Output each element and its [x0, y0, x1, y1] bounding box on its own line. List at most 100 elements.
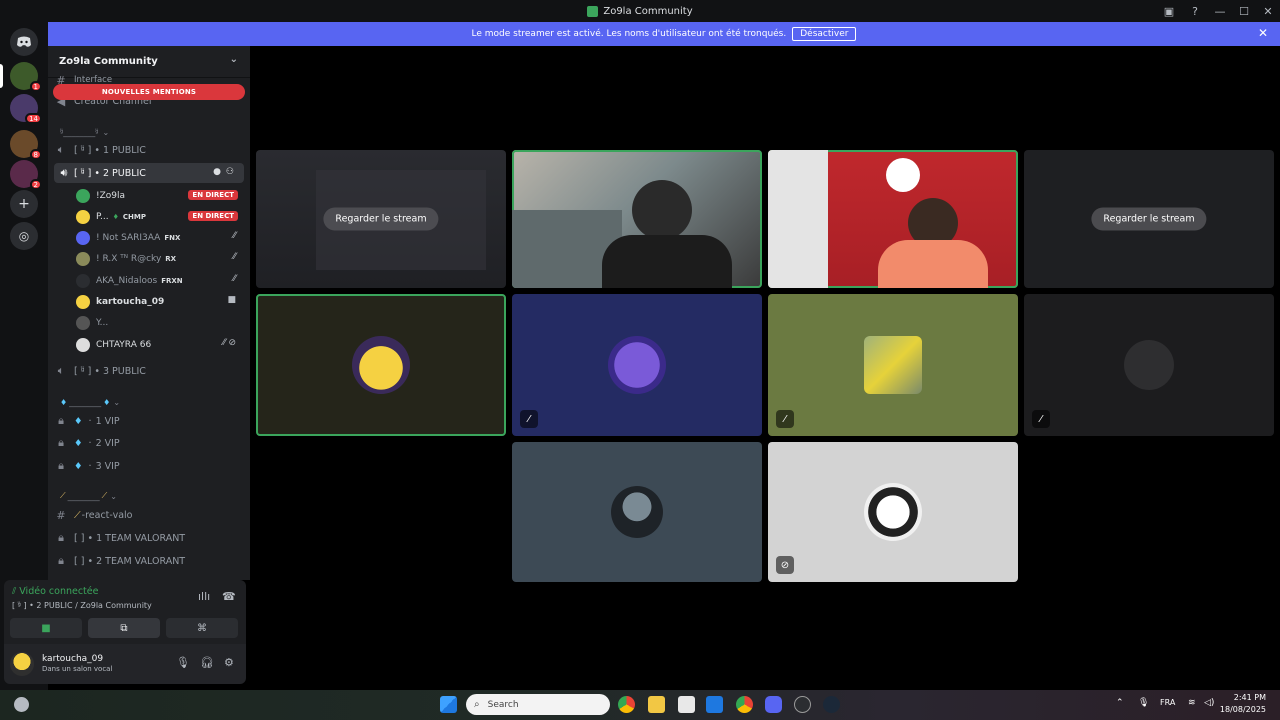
invite-icon[interactable]: ⚇ — [226, 167, 234, 177]
channel-react-valo[interactable]: # ⟋ -react-valo — [48, 505, 250, 525]
inbox-icon[interactable]: ▣ — [1156, 0, 1182, 22]
lock-icon: 🔒︎ — [58, 436, 64, 449]
category-label: ᵍ̈________ᵍ̈ — [60, 127, 99, 137]
user-name[interactable]: kartoucha_09 — [42, 654, 103, 664]
team-valorant-2[interactable]: 🔒︎ [ ] • 2 TEAM VALORANT — [48, 551, 250, 571]
voice-user[interactable]: Y... — [76, 313, 246, 333]
user-name: !Zo9la — [96, 191, 126, 201]
headphones-icon[interactable]: 🎧︎ — [200, 656, 214, 669]
volume-icon[interactable]: ◁) — [1204, 698, 1214, 708]
clock[interactable]: 2:41 PM 18/08/2025 — [1220, 692, 1266, 716]
camera-button[interactable]: ■ — [10, 618, 82, 638]
camera-tile-1[interactable] — [512, 150, 762, 288]
discover-icon[interactable]: ◎ — [10, 222, 38, 250]
new-mentions-button[interactable]: NOUVELLES MENTIONS — [53, 84, 245, 100]
server-zo9la-icon[interactable]: 1 — [10, 62, 42, 92]
gamepad-icon: ⌘ — [197, 622, 207, 634]
watch-stream-button[interactable]: Regarder le stream — [1091, 207, 1207, 231]
voice-status-group: ⫽ Vidéo connectée — [12, 586, 98, 597]
category-header[interactable]: ♦ ________ ♦ ⌄ — [48, 392, 250, 412]
deafened-icon: ⁄⁄ ⊘ — [222, 338, 236, 348]
vip-channel-2[interactable]: 🔒︎ ♦ · 2 VIP — [48, 433, 250, 453]
avatar-tile-6[interactable]: ⊘ — [768, 442, 1018, 582]
steam-icon[interactable] — [823, 696, 840, 713]
stream-tile-2[interactable]: Regarder le stream — [1024, 150, 1274, 288]
disconnect-icon[interactable]: ☎ — [222, 590, 236, 603]
stream-tile-1[interactable]: Regarder le stream — [256, 150, 506, 288]
chevron-up-icon[interactable]: ⌃ — [1116, 698, 1124, 708]
hash-icon: # — [56, 508, 66, 522]
category-header[interactable]: ⟋ ________ ⟋ ⌄ — [48, 486, 250, 506]
taskbar-search[interactable]: ⌕ Search — [466, 694, 610, 715]
camera-tile-2[interactable] — [768, 150, 1018, 288]
watch-stream-button[interactable]: Regarder le stream — [323, 207, 439, 231]
openai-icon[interactable] — [794, 696, 811, 713]
team-valorant-1[interactable]: 🔒︎ [ ] • 1 TEAM VALORANT — [48, 528, 250, 548]
chrome-profile-icon[interactable] — [736, 696, 753, 713]
participant-avatar — [611, 486, 663, 538]
noise-suppression-icon[interactable]: ıllı — [198, 590, 210, 603]
chrome-icon[interactable] — [618, 696, 635, 713]
diamond-icon: ♦ — [103, 397, 111, 407]
close-icon[interactable]: ✕ — [1258, 26, 1268, 40]
mic-muted-icon: ⁄ — [1032, 410, 1050, 428]
wifi-icon[interactable]: ≋ — [1188, 698, 1196, 708]
avatar-tile-1[interactable] — [256, 294, 506, 436]
streamer-mode-banner: Le mode streamer est activé. Les noms d'… — [48, 22, 1280, 46]
channel-actions: ● ⚇ — [213, 167, 234, 177]
voice-user[interactable]: P... ♦ CHMP EN DIRECT — [76, 207, 246, 227]
participant-avatar — [1124, 340, 1174, 390]
widgets-icon[interactable] — [14, 697, 29, 712]
microphone-icon[interactable]: 🎙︎ — [1138, 698, 1149, 708]
voice-user[interactable]: kartoucha_09 ■ — [76, 292, 246, 312]
category-label: ________ — [67, 491, 100, 501]
minimize-button[interactable]: — — [1208, 0, 1232, 22]
maximize-button[interactable]: ☐ — [1232, 0, 1256, 22]
file-explorer-icon[interactable] — [648, 696, 665, 713]
close-window-button[interactable]: ✕ — [1256, 0, 1280, 22]
lock-icon: 🔒︎ — [58, 531, 64, 544]
avatar[interactable] — [10, 652, 34, 676]
voice-user[interactable]: AKA_Nidaloos FRXN ⁄⁄ — [76, 271, 246, 291]
voice-channel-1-public[interactable]: 🔈︎ [ ᵍ̈ ] • 1 PUBLIC — [48, 140, 250, 160]
activity-button[interactable]: ⌘ — [166, 618, 238, 638]
add-server-icon[interactable]: + — [10, 190, 38, 218]
microphone-icon[interactable]: 🎙︎ — [176, 656, 190, 669]
help-icon[interactable]: ? — [1182, 0, 1208, 22]
voice-user[interactable]: ! Not SARI3AA FNX ⁄⁄ — [76, 228, 246, 248]
avatar-tile-2[interactable]: ⁄ — [512, 294, 762, 436]
vip-channel-1[interactable]: 🔒︎ ♦ · 1 VIP — [48, 411, 250, 431]
vip-channel-3[interactable]: 🔒︎ ♦ · 3 VIP — [48, 456, 250, 476]
diamond-icon: ♦ — [60, 397, 68, 407]
server-icon-4[interactable]: 2 — [10, 160, 42, 190]
voice-user[interactable]: CHTAYRA 66 ⁄⁄ ⊘ — [76, 335, 246, 355]
store-icon[interactable] — [678, 696, 695, 713]
avatar-tile-4[interactable]: ⁄ — [1024, 294, 1274, 436]
gear-icon[interactable]: ⚙ — [224, 656, 234, 669]
language-indicator[interactable]: FRA — [1160, 698, 1175, 707]
discord-home-icon[interactable] — [10, 28, 38, 56]
windows-start-icon[interactable] — [440, 696, 457, 713]
avatar-tile-3[interactable]: ⁄ — [768, 294, 1018, 436]
avatar-tile-5[interactable] — [512, 442, 762, 582]
server-icon-3[interactable]: 8 — [10, 130, 42, 160]
voice-user[interactable]: ! R.X ᵀᴺ R@cky RX ⁄⁄ — [76, 249, 246, 269]
disable-streamer-button[interactable]: Désactiver — [792, 27, 857, 41]
discord-taskbar-icon[interactable] — [765, 696, 782, 713]
chat-icon[interactable]: ● — [213, 167, 221, 177]
user-status: Dans un salon vocal — [42, 665, 113, 673]
voice-channel-path[interactable]: [ ᵍ̈ ] • 2 PUBLIC / Zo9la Community — [12, 601, 152, 610]
voice-channel-2-public[interactable]: 🔊︎ [ ᵍ̈ ] • 2 PUBLIC ● ⚇ — [54, 163, 244, 183]
server-icon-2[interactable]: 14 — [10, 94, 42, 124]
category-label: ________ — [69, 397, 102, 407]
server-badge: 8 — [29, 149, 42, 160]
share-screen-button[interactable]: ⧉ — [88, 618, 160, 638]
voice-channel-3-public[interactable]: 🔈︎ [ ᵍ̈ ] • 3 PUBLIC — [48, 361, 250, 381]
voice-user[interactable]: !Zo9la ■ EN DIRECT — [76, 186, 246, 206]
category-header[interactable]: ᵍ̈________ᵍ̈ ⌄ — [48, 122, 250, 142]
server-name: Zo9la Community — [59, 56, 158, 67]
separator-dot: · — [88, 437, 92, 449]
user-name: Y... — [96, 318, 109, 328]
outlook-icon[interactable] — [706, 696, 723, 713]
title-bar-controls: ▣ ? — ☐ ✕ — [1156, 0, 1280, 22]
